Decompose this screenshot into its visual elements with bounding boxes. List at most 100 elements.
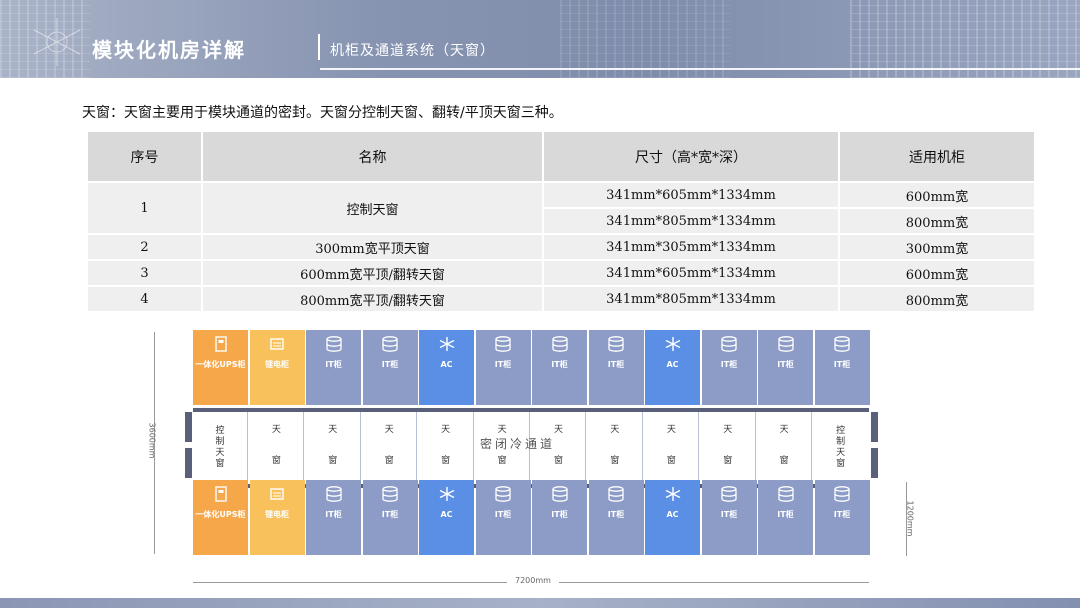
- cell-cabinet: 800mm宽: [839, 286, 1034, 313]
- skylight: 天窗: [306, 412, 361, 484]
- server-icon: [325, 336, 343, 352]
- cabinet-ups: 一体化UPS柜: [193, 480, 248, 555]
- server-icon: [381, 486, 399, 502]
- server-icon: [551, 486, 569, 502]
- cabinet-it: IT柜: [362, 330, 418, 405]
- snowflake-decoration-icon: [33, 18, 81, 66]
- skylight: 天窗: [588, 412, 643, 484]
- aisle-door-left-top: [185, 412, 192, 442]
- cabinet-ups: 一体化UPS柜: [193, 330, 248, 405]
- server-icon: [325, 486, 343, 502]
- skylight-control: 控制天窗: [836, 426, 846, 469]
- cabinet-label: IT柜: [720, 510, 738, 519]
- skylight-control: 控制天窗: [193, 412, 248, 484]
- cabinet-it: IT柜: [701, 330, 757, 405]
- cabinet-it: IT柜: [588, 480, 644, 555]
- server-icon: [833, 486, 851, 502]
- server-icon: [720, 336, 738, 352]
- cabinet-label: IT柜: [381, 360, 399, 369]
- cell-name: 600mm宽平顶/翻转天窗: [202, 260, 544, 287]
- cell-size: 341mm*605mm*1334mm: [543, 260, 840, 287]
- cabinet-it: IT柜: [306, 480, 361, 555]
- cabinet-it: IT柜: [758, 330, 813, 405]
- cabinet-label: AC: [666, 360, 679, 369]
- page-title: 模块化机房详解: [92, 38, 246, 62]
- cabinet-label: IT柜: [607, 360, 625, 369]
- skylight: 天窗: [644, 412, 700, 484]
- cabinet-label: IT柜: [607, 510, 625, 519]
- cabinet-it: IT柜: [532, 480, 587, 555]
- cabinet-label: IT柜: [325, 510, 342, 519]
- battery-icon: [268, 336, 286, 352]
- server-icon: [720, 486, 738, 502]
- table-row: 2 300mm宽平顶天窗 341mm*305mm*1334mm 300mm宽: [88, 234, 1034, 261]
- table-row: 4 800mm宽平顶/翻转天窗 341mm*805mm*1334mm 800mm…: [88, 286, 1034, 313]
- cell-size: 341mm*305mm*1334mm: [543, 234, 840, 261]
- cabinet-label: 锂电柜: [265, 360, 289, 369]
- cabinet-it: IT柜: [588, 330, 644, 405]
- width-dimension-label: 7200mm: [507, 576, 559, 585]
- cell-cabinet: 600mm宽: [839, 260, 1034, 287]
- col-header-cabinet: 适用机柜: [839, 132, 1034, 183]
- table-row: 1 控制天窗 341mm*605mm*1334mm 600mm宽: [88, 182, 1034, 235]
- cell-size: 341mm*605mm*1334mm: [543, 182, 840, 209]
- header-banner: 模块化机房详解 机柜及通道系统（天窗）: [0, 0, 1080, 78]
- snowflake-icon: [438, 486, 456, 502]
- table-header-row: 序号 名称 尺寸（高*宽*深） 适用机柜: [88, 132, 1034, 183]
- cell-no: 4: [88, 286, 203, 313]
- building-graphic: [850, 0, 1080, 78]
- cabinet-label: AC: [666, 510, 679, 519]
- cabinet-it: IT柜: [814, 480, 870, 555]
- ups-icon: [212, 486, 230, 502]
- snowflake-icon: [664, 336, 682, 352]
- cabinet-label: IT柜: [494, 360, 512, 369]
- cell-size: 341mm*805mm*1334mm: [543, 208, 840, 235]
- snowflake-icon: [438, 336, 456, 352]
- skylight: 天窗: [757, 412, 813, 484]
- server-icon: [381, 336, 399, 352]
- skylight: 天窗: [701, 412, 756, 484]
- cabinet-it: IT柜: [532, 330, 587, 405]
- cabinet-ac: AC: [645, 480, 700, 555]
- height-dimension-label: 3600mm: [147, 422, 157, 459]
- cabinet-label: AC: [440, 360, 453, 369]
- cabinet-label: 锂电柜: [265, 510, 289, 519]
- building-graphic: [560, 0, 730, 78]
- cabinet-it: IT柜: [814, 330, 870, 405]
- aisle-door-right-top: [871, 412, 878, 442]
- cabinet-batt: 锂电柜: [249, 330, 305, 405]
- cell-no: 3: [88, 260, 203, 287]
- footer-band: [0, 598, 1080, 608]
- cabinet-label: 一体化UPS柜: [195, 360, 246, 369]
- skylight: 天窗: [419, 412, 474, 484]
- cabinet-it: IT柜: [475, 330, 531, 405]
- cell-name: 控制天窗: [202, 182, 544, 235]
- cabinet-label: IT柜: [833, 510, 851, 519]
- cabinet-label: AC: [440, 510, 453, 519]
- server-icon: [777, 486, 795, 502]
- bottom-cabinet-row: 一体化UPS柜 锂电柜 IT柜 IT柜 AC IT柜 IT柜 IT柜 AC IT柜 IT柜 IT柜: [193, 480, 871, 555]
- cabinet-ac: AC: [645, 330, 700, 405]
- cell-name: 300mm宽平顶天窗: [202, 234, 544, 261]
- cabinet-label: IT柜: [833, 360, 851, 369]
- col-header-no: 序号: [88, 132, 203, 183]
- table-row: 3 600mm宽平顶/翻转天窗 341mm*605mm*1334mm 600mm…: [88, 260, 1034, 287]
- cabinet-label: IT柜: [381, 510, 399, 519]
- server-icon: [777, 336, 795, 352]
- cabinet-ac: AC: [419, 480, 474, 555]
- cabinet-ac: AC: [419, 330, 474, 405]
- cell-name: 800mm宽平顶/翻转天窗: [202, 286, 544, 313]
- snowflake-icon: [664, 486, 682, 502]
- cabinet-batt: 锂电柜: [249, 480, 305, 555]
- intro-text: 天窗：天窗主要用于模块通道的密封。天窗分控制天窗、翻转/平顶天窗三种。: [82, 105, 563, 121]
- cabinet-it: IT柜: [475, 480, 531, 555]
- cabinet-it: IT柜: [306, 330, 361, 405]
- server-icon: [607, 486, 625, 502]
- ups-icon: [212, 336, 230, 352]
- cell-cabinet: 300mm宽: [839, 234, 1034, 261]
- title-separator: [318, 34, 320, 60]
- header-rule: [320, 68, 1080, 70]
- aisle-door-left-bottom: [185, 448, 192, 478]
- module-layout-diagram: 3600mm 一体化UPS柜 锂电柜 IT柜 IT柜 AC IT柜 IT柜 IT柜 AC IT柜 I…: [147, 328, 914, 590]
- col-header-size: 尺寸（高*宽*深）: [543, 132, 840, 183]
